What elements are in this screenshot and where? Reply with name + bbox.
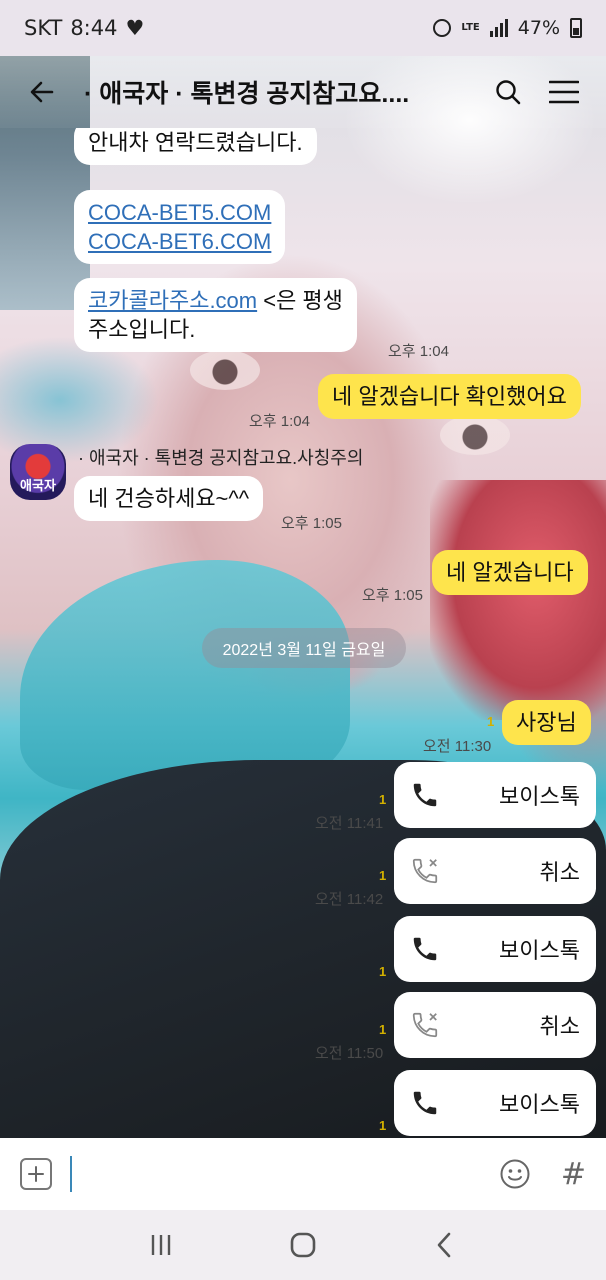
unread-count: 1 — [379, 792, 387, 807]
message-text: 사장님 — [516, 710, 577, 735]
system-navigation-bar — [0, 1210, 606, 1280]
status-right: LTE 47% — [433, 17, 582, 39]
cancelled-call-bubble[interactable]: 취소 — [394, 992, 596, 1058]
message-bubble[interactable]: COCA-BET5.COM COCA-BET6.COM — [74, 190, 286, 264]
emoji-icon — [500, 1159, 530, 1189]
message-time: 오전 11:41 — [315, 815, 384, 832]
call-label: 보이스톡 — [499, 1092, 580, 1117]
link-coca-bet6[interactable]: COCA-BET6.COM — [88, 227, 271, 256]
battery-icon — [570, 18, 582, 38]
cancelled-call-bubble[interactable]: 취소 — [394, 838, 596, 904]
hashtag-search-button[interactable]: # — [561, 1157, 586, 1192]
message-list[interactable]: 안내차 연락드렸습니다. COCA-BET5.COM COCA-BET6.COM… — [0, 128, 606, 1138]
message-text: <은 평생 — [257, 288, 343, 313]
phone-icon — [413, 937, 437, 961]
alarm-icon — [433, 19, 452, 37]
my-message-bubble[interactable]: 네 알겠습니다 — [432, 550, 588, 595]
message-time: 오후 1:05 — [362, 587, 423, 604]
clock: 8:44 — [70, 16, 118, 40]
call-label: 보이스톡 — [499, 784, 580, 809]
recent-apps-button[interactable] — [131, 1215, 191, 1275]
message-time: 오전 11:50 — [315, 1045, 384, 1062]
search-icon — [496, 80, 521, 105]
back-button[interactable] — [0, 56, 84, 128]
unread-count: 1 — [379, 964, 387, 979]
back-nav-button[interactable] — [415, 1215, 475, 1275]
emoji-button[interactable] — [499, 1158, 531, 1190]
message-time: 오전 11:30 — [423, 738, 492, 755]
unread-count: 1 — [379, 1022, 387, 1037]
home-icon — [290, 1232, 316, 1258]
link-coca-bet5[interactable]: COCA-BET5.COM — [88, 198, 271, 227]
message-bubble[interactable]: 코카콜라주소.com <은 평생 주소입니다. — [74, 278, 357, 352]
date-divider: 2022년 3월 11일 금요일 — [202, 628, 406, 668]
cancelled-call-icon — [412, 1012, 438, 1038]
unread-count: 1 — [379, 1118, 387, 1133]
my-message-bubble[interactable]: 네 알겠습니다 확인했어요 — [318, 374, 581, 419]
phone-icon — [413, 1091, 437, 1115]
message-time: 오후 1:04 — [249, 413, 310, 430]
message-bubble[interactable]: 네 건승하세요~^^ — [74, 476, 264, 521]
call-label: 취소 — [539, 860, 580, 885]
signal-icon — [489, 19, 508, 37]
sender-avatar[interactable]: 애국자 — [10, 444, 66, 500]
message-text: 네 알겠습니다 확인했어요 — [332, 384, 567, 409]
message-text: 안내차 연락드렸습니다. — [88, 130, 303, 155]
message-text: 주소입니다. — [88, 317, 196, 342]
unread-count: 1 — [487, 714, 495, 729]
voice-call-bubble[interactable]: 보이스톡 — [394, 1070, 596, 1136]
menu-button[interactable] — [536, 56, 592, 128]
message-input-bar: # — [0, 1138, 606, 1210]
status-left: SKT 8:44 ♥ — [24, 16, 144, 40]
chat-title[interactable]: · 애국자 · 톡변경 공지참고요.... — [84, 74, 480, 110]
avatar-label: 애국자 — [20, 479, 56, 494]
message-text: 네 건승하세요~^^ — [88, 486, 250, 511]
chevron-left-icon — [437, 1232, 451, 1258]
link-cocacola-address[interactable]: 코카콜라주소.com — [88, 288, 257, 313]
unread-count: 1 — [379, 868, 387, 883]
call-label: 보이스톡 — [499, 938, 580, 963]
battery-percent: 47% — [517, 17, 560, 39]
search-button[interactable] — [480, 56, 536, 128]
sender-name: · 애국자 · 톡변경 공지참고요.사칭주의 — [78, 448, 364, 468]
attach-button[interactable] — [20, 1158, 52, 1190]
message-bubble[interactable]: 안내차 연락드렸습니다. — [74, 128, 317, 165]
carrier-label: SKT — [24, 16, 63, 40]
message-input[interactable] — [70, 1156, 72, 1192]
message-time: 오후 1:04 — [388, 343, 449, 360]
lte-icon: LTE — [461, 22, 480, 33]
heart-icon: ♥ — [125, 16, 145, 40]
home-button[interactable] — [273, 1215, 333, 1275]
voice-call-bubble[interactable]: 보이스톡 — [394, 916, 596, 982]
call-label: 취소 — [539, 1014, 580, 1039]
voice-call-bubble[interactable]: 보이스톡 — [394, 762, 596, 828]
hamburger-menu-icon — [549, 80, 579, 104]
message-text: 네 알겠습니다 — [446, 560, 574, 585]
back-arrow-icon — [30, 81, 54, 103]
message-time: 오후 1:05 — [281, 515, 342, 532]
status-bar: SKT 8:44 ♥ LTE 47% — [0, 0, 606, 56]
chat-header: · 애국자 · 톡변경 공지참고요.... — [0, 56, 606, 128]
plus-icon — [28, 1166, 44, 1182]
my-message-bubble[interactable]: 사장님 — [502, 700, 591, 745]
phone-icon — [413, 783, 437, 807]
message-time: 오전 11:42 — [315, 891, 384, 908]
recent-apps-icon — [151, 1235, 171, 1255]
cancelled-call-icon — [412, 858, 438, 884]
